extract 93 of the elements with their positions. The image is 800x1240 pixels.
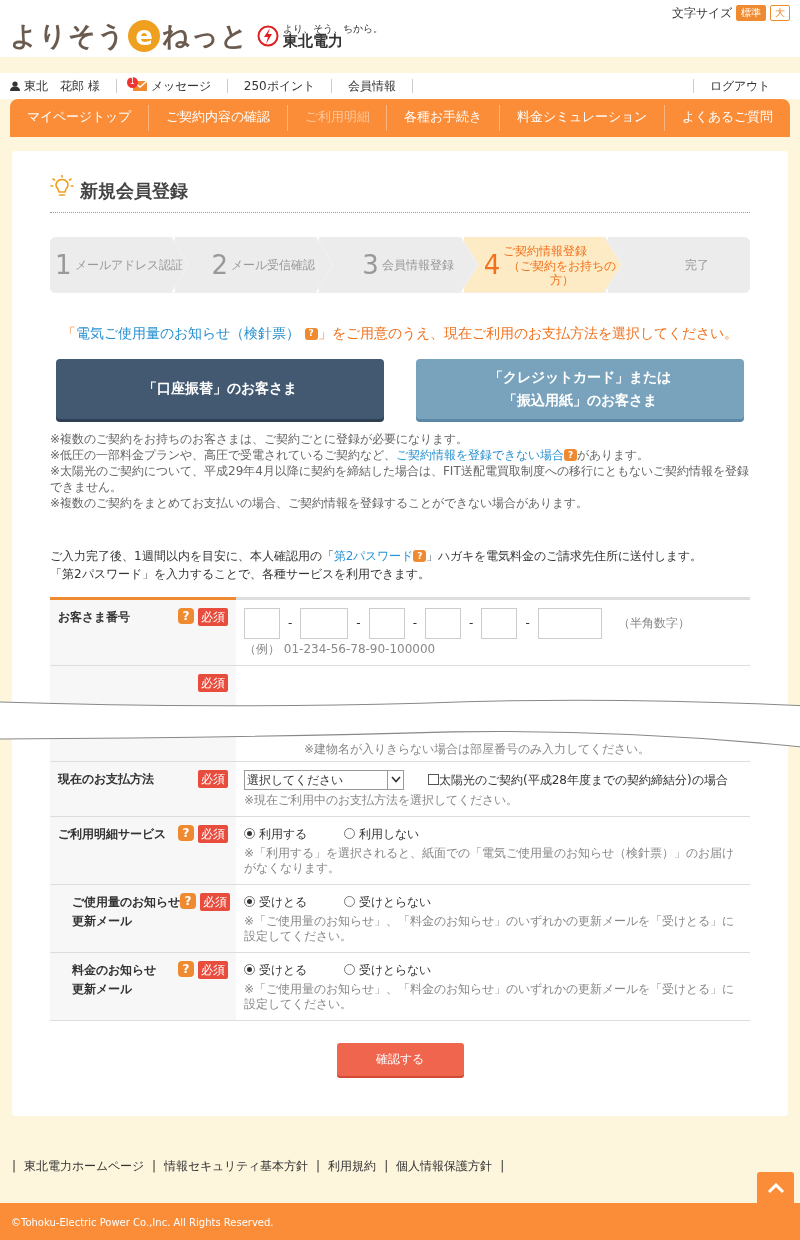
required-tag: 必須 xyxy=(198,607,228,626)
light-bulb-icon xyxy=(50,174,74,199)
nav-tab[interactable]: よくあるご質問 xyxy=(665,104,790,131)
intro-text: ご入力完了後、1週間以内を目安に、本人確認用の「第2パスワード ? 」ハガキを電気料金のご請求先住所に送付します。 xyxy=(50,547,704,565)
message-count-badge: 1 xyxy=(126,76,138,88)
separator-text: - xyxy=(525,615,530,632)
radio-option[interactable]: 受けとる xyxy=(244,892,344,911)
page-title: 新規会員登録 xyxy=(80,179,188,201)
logout-link[interactable]: ログアウト xyxy=(710,78,770,93)
radio-option[interactable]: 受けとる xyxy=(244,960,344,979)
font-size-button[interactable]: 大 xyxy=(770,5,790,21)
number-input-field[interactable] xyxy=(300,607,349,639)
separator-text: - xyxy=(412,615,418,632)
field-label: 更新メール xyxy=(72,912,133,930)
required-tag: 必須 xyxy=(200,892,230,911)
separator-text: - xyxy=(469,615,474,632)
field-label: ご利用明細サービス xyxy=(58,825,166,843)
help-icon[interactable]: ? xyxy=(180,892,196,909)
separator-text: | xyxy=(316,1158,321,1175)
field-label: 料金のお知らせ xyxy=(72,961,156,979)
note-text: ※低圧の一部料金プランや、高圧で受電されているご契約など、ご契約情報を登録できない場合 ? があります。 xyxy=(50,446,651,463)
inline-link[interactable]: ご契約情報を登録できない場合 xyxy=(396,447,565,462)
footer-link[interactable]: 情報セキュリティ基本方針 xyxy=(164,1157,309,1175)
company-name: 東北電力 xyxy=(283,33,344,49)
number-input-field[interactable] xyxy=(368,607,405,639)
font-size-button[interactable]: 標準 xyxy=(736,5,766,21)
lightning-logo-icon xyxy=(257,25,279,48)
field-label: お客さま番号 xyxy=(58,608,130,626)
chevron-down-icon xyxy=(390,776,401,783)
confirm-button[interactable]: 確認する xyxy=(336,1042,464,1076)
number-input-field[interactable] xyxy=(481,607,518,639)
required-tag: 必須 xyxy=(198,673,228,692)
separator-text: - xyxy=(288,615,293,632)
copyright-text: ©Tohoku-Electric Power Co.,Inc. All Rights Reserved. xyxy=(11,1217,274,1228)
required-tag: 必須 xyxy=(198,960,228,979)
nav-tab[interactable]: マイページトップ xyxy=(10,104,149,131)
note-text: ※建物名が入りきらない場合は部屋番号のみ入力してください。 xyxy=(303,741,652,757)
number-input-field[interactable] xyxy=(537,607,602,639)
back-to-top-button[interactable] xyxy=(757,1172,794,1204)
payment-method-select[interactable]: 選択してください xyxy=(244,769,404,790)
radio-option[interactable]: 受けとらない xyxy=(344,960,444,979)
separator-text: | xyxy=(500,1158,505,1175)
field-label: ご使用量のお知らせ xyxy=(72,893,180,911)
payment-method-button[interactable]: 「クレジットカード」または 「振込用紙」のお客さま xyxy=(416,358,744,419)
field-label: 現在のお支払方法 xyxy=(58,770,154,788)
nav-tab[interactable]: 料金シミュレーション xyxy=(500,104,666,131)
required-tag: 必須 xyxy=(198,824,228,843)
instruction-text: 「電気ご使用量のお知らせ（検針票） ? 」をご用意のうえ、現在ご利用のお支払方法を選択してください。 xyxy=(61,323,739,343)
help-icon[interactable]: ? xyxy=(178,824,194,841)
payment-method-button[interactable]: 「口座振替」のお客さま xyxy=(56,358,384,419)
hint-text: （半角数字） xyxy=(617,615,690,631)
help-icon[interactable]: ? xyxy=(178,960,194,977)
radio-option[interactable]: 利用しない xyxy=(344,824,444,843)
intro-text: 「第2パスワード」を入力することで、各種サービスを利用できます。 xyxy=(50,565,431,583)
note-text: ※「ご使用量のお知らせ」、「料金のお知らせ」のいずれかの更新メールを「受けとる」に設定してください。 xyxy=(244,913,736,944)
separator-text: | xyxy=(384,1158,389,1175)
font-size-label: 文字サイズ xyxy=(672,5,732,22)
note-text: ※「ご使用量のお知らせ」、「料金のお知らせ」のいずれかの更新メールを「受けとる」に設定してください。 xyxy=(244,981,736,1012)
note-text: ※複数のご契約をお持ちのお客さまは、ご契約ごとに登録が必要になります。 xyxy=(50,430,470,447)
user-icon xyxy=(10,80,20,91)
nav-tab[interactable]: ご契約内容の確認 xyxy=(148,104,288,131)
inline-link[interactable]: 電気ご使用量のお知らせ（検針票） xyxy=(76,324,301,341)
note-text: ※「利用する」を選択されると、紙面での「電気ご使用量のお知らせ（検針票）」のお届けがなくなります。 xyxy=(244,845,736,876)
site-logo[interactable]: よりそう e ねっと xyxy=(10,16,249,57)
separator-text: | xyxy=(152,1158,157,1175)
inline-link[interactable]: 第2パスワード xyxy=(333,548,414,563)
footer-link[interactable]: 東北電力ホームページ xyxy=(24,1157,145,1175)
help-icon[interactable]: ? xyxy=(178,607,194,624)
footer-link[interactable]: 利用規約 xyxy=(328,1157,377,1175)
nav-tab[interactable]: 各種お手続き xyxy=(387,104,501,131)
messages-link[interactable]: メッセージ xyxy=(150,78,211,93)
separator-text: | xyxy=(12,1158,17,1175)
note-text: ※複数のご契約をまとめてお支払いの場合、ご契約情報を登録することができない場合があります。 xyxy=(50,494,590,511)
solar-contract-checkbox[interactable]: 太陽光のご契約(平成28年度までの契約締結分)の場合 xyxy=(428,770,728,789)
radio-option[interactable]: 利用する xyxy=(244,824,344,843)
help-icon[interactable]: ? xyxy=(564,449,578,461)
example-text: （例） 01-234-56-78-90-100000 xyxy=(244,641,437,657)
number-input-field[interactable] xyxy=(244,607,280,639)
field-label: 更新メール xyxy=(72,980,133,998)
separator-text: - xyxy=(356,615,361,632)
user-name: 東北 花郎 様 xyxy=(24,78,100,93)
help-icon[interactable]: ? xyxy=(304,327,318,340)
chevron-up-icon xyxy=(766,1182,785,1194)
note-text: ※現在ご利用中のお支払方法を選択してください。 xyxy=(244,792,520,808)
radio-option[interactable]: 受けとらない xyxy=(344,892,444,911)
help-icon[interactable]: ? xyxy=(413,550,427,562)
number-input-field[interactable] xyxy=(425,607,462,639)
note-text: ※太陽光のご契約について、平成29年4月以降に契約を締結した場合は、FIT送配電買取制度への移行にともないご契約情報を登録できません。 xyxy=(50,462,750,495)
footer-link[interactable]: 個人情報保護方針 xyxy=(396,1157,493,1175)
required-tag: 必須 xyxy=(198,769,228,788)
company-tagline: より、そう、ちから。 xyxy=(283,23,383,34)
member-info-link[interactable]: 会員情報 xyxy=(347,78,396,93)
points-link[interactable]: 250ポイント xyxy=(243,78,315,93)
